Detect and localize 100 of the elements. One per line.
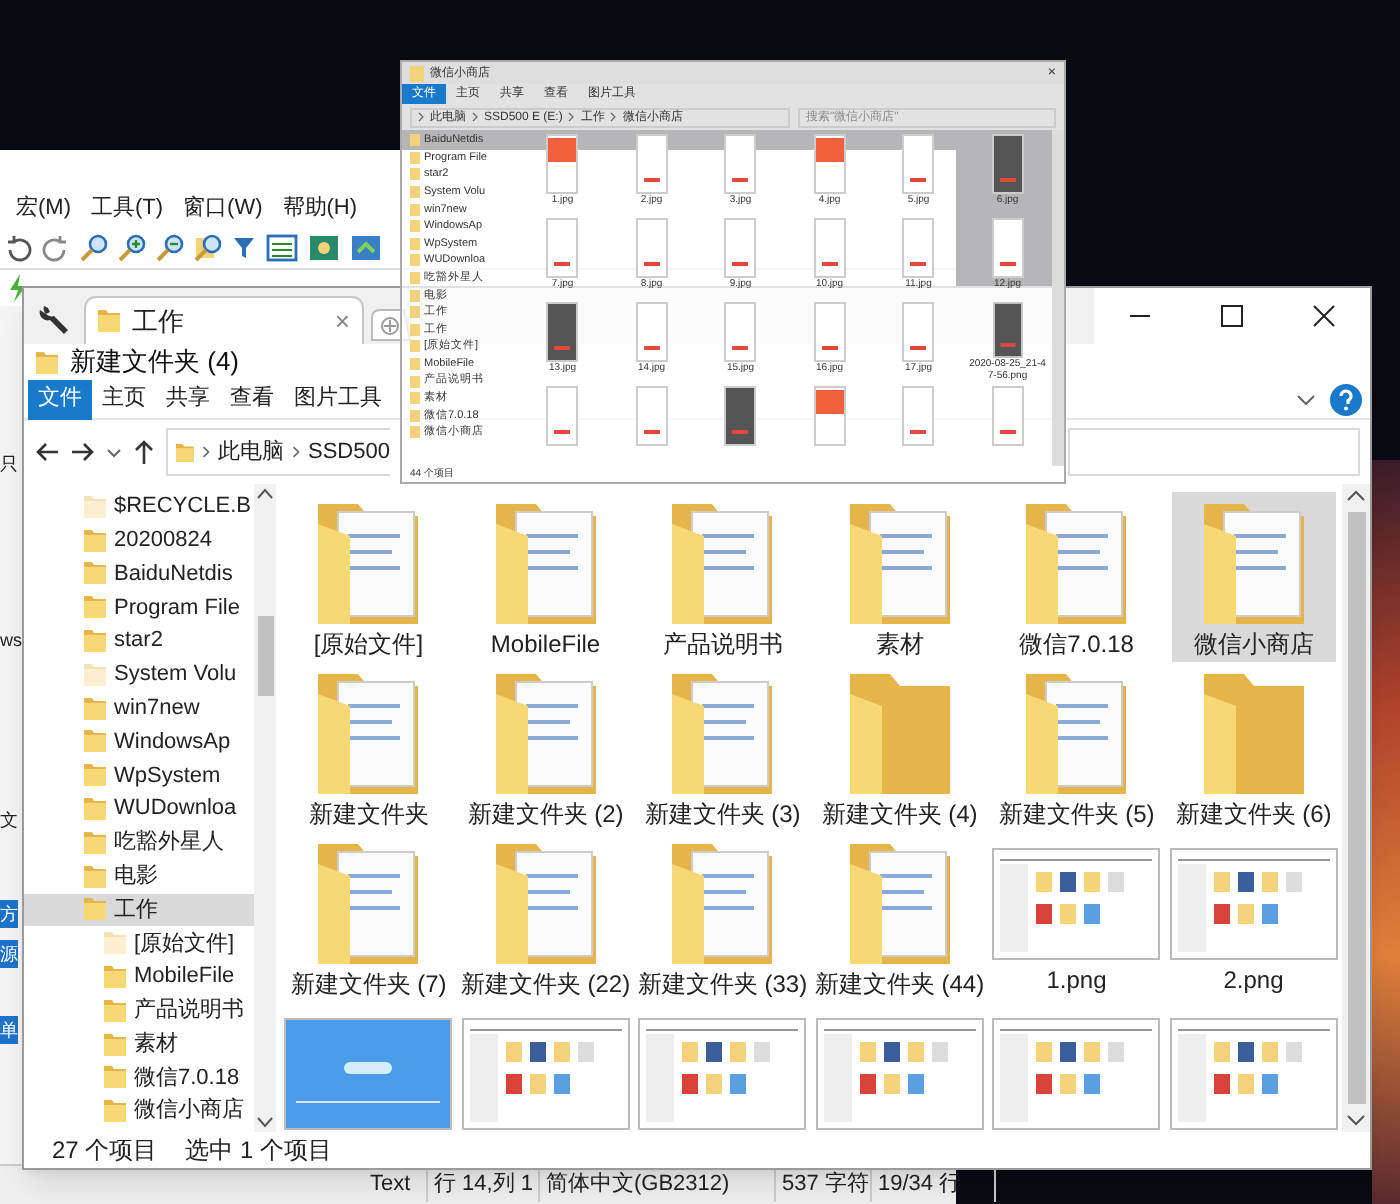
redo-icon[interactable] [42,233,70,261]
find-in-files-icon[interactable] [194,233,222,261]
file-name: 新建文件夹 (3) [644,798,801,832]
scroll-down-icon[interactable] [256,1112,274,1132]
tree-item[interactable]: WindowsAp [24,725,254,759]
tree-item[interactable]: 素材 [24,1027,254,1062]
file-item[interactable]: 新建文件夹 (33) [640,832,805,1002]
text-fragment: 源 [0,940,18,968]
filter-icon[interactable] [232,233,256,261]
breadcrumb-item[interactable]: 此电脑 [217,435,284,469]
file-item[interactable]: 素材 [817,492,982,662]
file-item[interactable]: 新建文件夹 (4) [817,662,982,832]
file-item[interactable]: 新建文件夹 (44) [817,832,982,1002]
help-icon[interactable] [1330,383,1362,415]
file-item[interactable]: MobileFile [463,492,628,662]
file-name: 新建文件夹 (44) [814,968,985,1002]
search-field[interactable] [1068,428,1360,476]
window-icon[interactable] [350,233,382,261]
tree-item[interactable]: 电影 [24,859,254,894]
tree-item[interactable]: 吃豁外星人 [24,825,254,860]
file-name: 新建文件夹 (22) [460,968,631,1002]
tree-item[interactable]: 微信小商店 [24,1094,254,1129]
file-item[interactable]: 微信小商店 [1171,492,1336,662]
zoom-out-icon[interactable] [156,233,184,261]
file-name: 产品说明书 [662,628,783,662]
lightning-icon[interactable] [8,274,28,302]
text-fragment: 方 [0,900,18,928]
file-name: 微信小商店 [1193,628,1314,662]
file-item[interactable]: 新建文件夹 (22) [463,832,628,1002]
file-item[interactable]: 新建文件夹 (3) [640,662,805,832]
chevron-right-icon [291,444,300,460]
tree-item[interactable]: Program File [24,590,254,625]
scrollbar[interactable] [1052,130,1064,466]
text-fragment: ws [0,628,22,654]
file-name: 微信7.0.18 [1019,628,1134,662]
back-arrow-icon[interactable] [34,440,60,464]
ribbon-tab[interactable]: 文件 [28,379,92,419]
ribbon-tab[interactable]: 图片工具 [284,379,392,419]
ribbon-tab[interactable]: 主页 [92,379,156,419]
undo-icon[interactable] [4,233,32,261]
file-name: 素材 [875,628,924,662]
up-arrow-icon[interactable] [132,438,156,466]
magnifier-icon[interactable] [80,233,108,261]
tree-item[interactable]: win7new [24,691,254,726]
file-item[interactable]: 新建文件夹 (2) [463,662,628,832]
forward-arrow-icon[interactable] [70,440,96,464]
file-name: 新建文件夹 (6) [1175,798,1332,832]
tree-item[interactable]: System Volu [24,657,254,692]
address-bar[interactable]: 此电脑 SSD500 [166,428,390,476]
text-fragment: 只 [0,452,18,478]
file-name: MobileFile [490,628,601,662]
chevron-right-icon [568,112,575,122]
file-item[interactable]: 微信7.0.18 [994,492,1159,662]
folder-tab[interactable]: 工作 × [84,296,364,344]
window-title: 新建文件夹 (4) [70,344,239,381]
file-name: 新建文件夹 (2) [467,798,624,832]
window-icon[interactable] [308,233,340,261]
zoom-in-icon[interactable] [118,233,146,261]
tree-item[interactable]: MobileFile [24,960,254,994]
tree-item[interactable]: [原始文件] [24,926,254,961]
ribbon-tab[interactable]: 查看 [220,379,284,419]
status-text: 27 个项目 [52,1134,158,1168]
file-item[interactable]: 1.png [994,832,1159,1002]
scroll-up-icon[interactable] [256,484,274,504]
menu-item[interactable]: 帮助(H) [282,191,358,225]
file-item[interactable]: 2.png [1171,832,1336,1002]
menu-item[interactable]: 宏(M) [16,191,71,225]
menu-item[interactable]: 工具(T) [91,191,164,225]
file-name: 新建文件夹 [308,798,429,832]
tree-item[interactable]: 产品说明书 [24,993,254,1028]
tree-item[interactable]: $RECYCLE.B [24,490,254,524]
tree-item[interactable]: star2 [24,624,254,658]
file-item[interactable]: 新建文件夹 (5) [994,662,1159,832]
file-name: 新建文件夹 (7) [290,968,447,1002]
chevron-right-icon [418,112,424,122]
status-text: 选中 1 个项目 [185,1134,333,1168]
scrollbar[interactable] [254,484,276,1132]
list-window-icon[interactable] [266,233,298,261]
tab-label: 工作 [132,303,186,340]
file-item[interactable]: 产品说明书 [640,492,805,662]
close-tab-button[interactable]: × [334,308,350,334]
scrollbar[interactable] [1342,484,1370,1132]
file-item[interactable]: [原始文件] [286,492,451,662]
tree-item[interactable]: WpSystem [24,758,254,793]
file-name: [原始文件] [313,628,424,662]
tree-item[interactable]: 工作 [24,893,254,927]
tree-item[interactable]: 20200824 [24,523,254,558]
file-name: 新建文件夹 (33) [637,968,808,1002]
file-item[interactable]: 新建文件夹 (6) [1171,662,1336,832]
menu-item[interactable]: 窗口(W) [183,191,263,225]
tree-item[interactable]: WUDownloa [24,792,254,826]
tree-item[interactable]: BaiduNetdis [24,557,254,591]
ribbon-tab[interactable]: 共享 [156,379,220,419]
file-item[interactable]: 新建文件夹 [286,662,451,832]
scrollbar-thumb[interactable] [257,616,273,696]
scrollbar-thumb[interactable] [1347,512,1365,1104]
text-fragment: 单 [0,1016,18,1044]
file-item[interactable]: 新建文件夹 (7) [286,832,451,1002]
breadcrumb-item[interactable]: SSD500 [308,435,390,469]
tree-item[interactable]: 微信7.0.18 [24,1061,254,1095]
